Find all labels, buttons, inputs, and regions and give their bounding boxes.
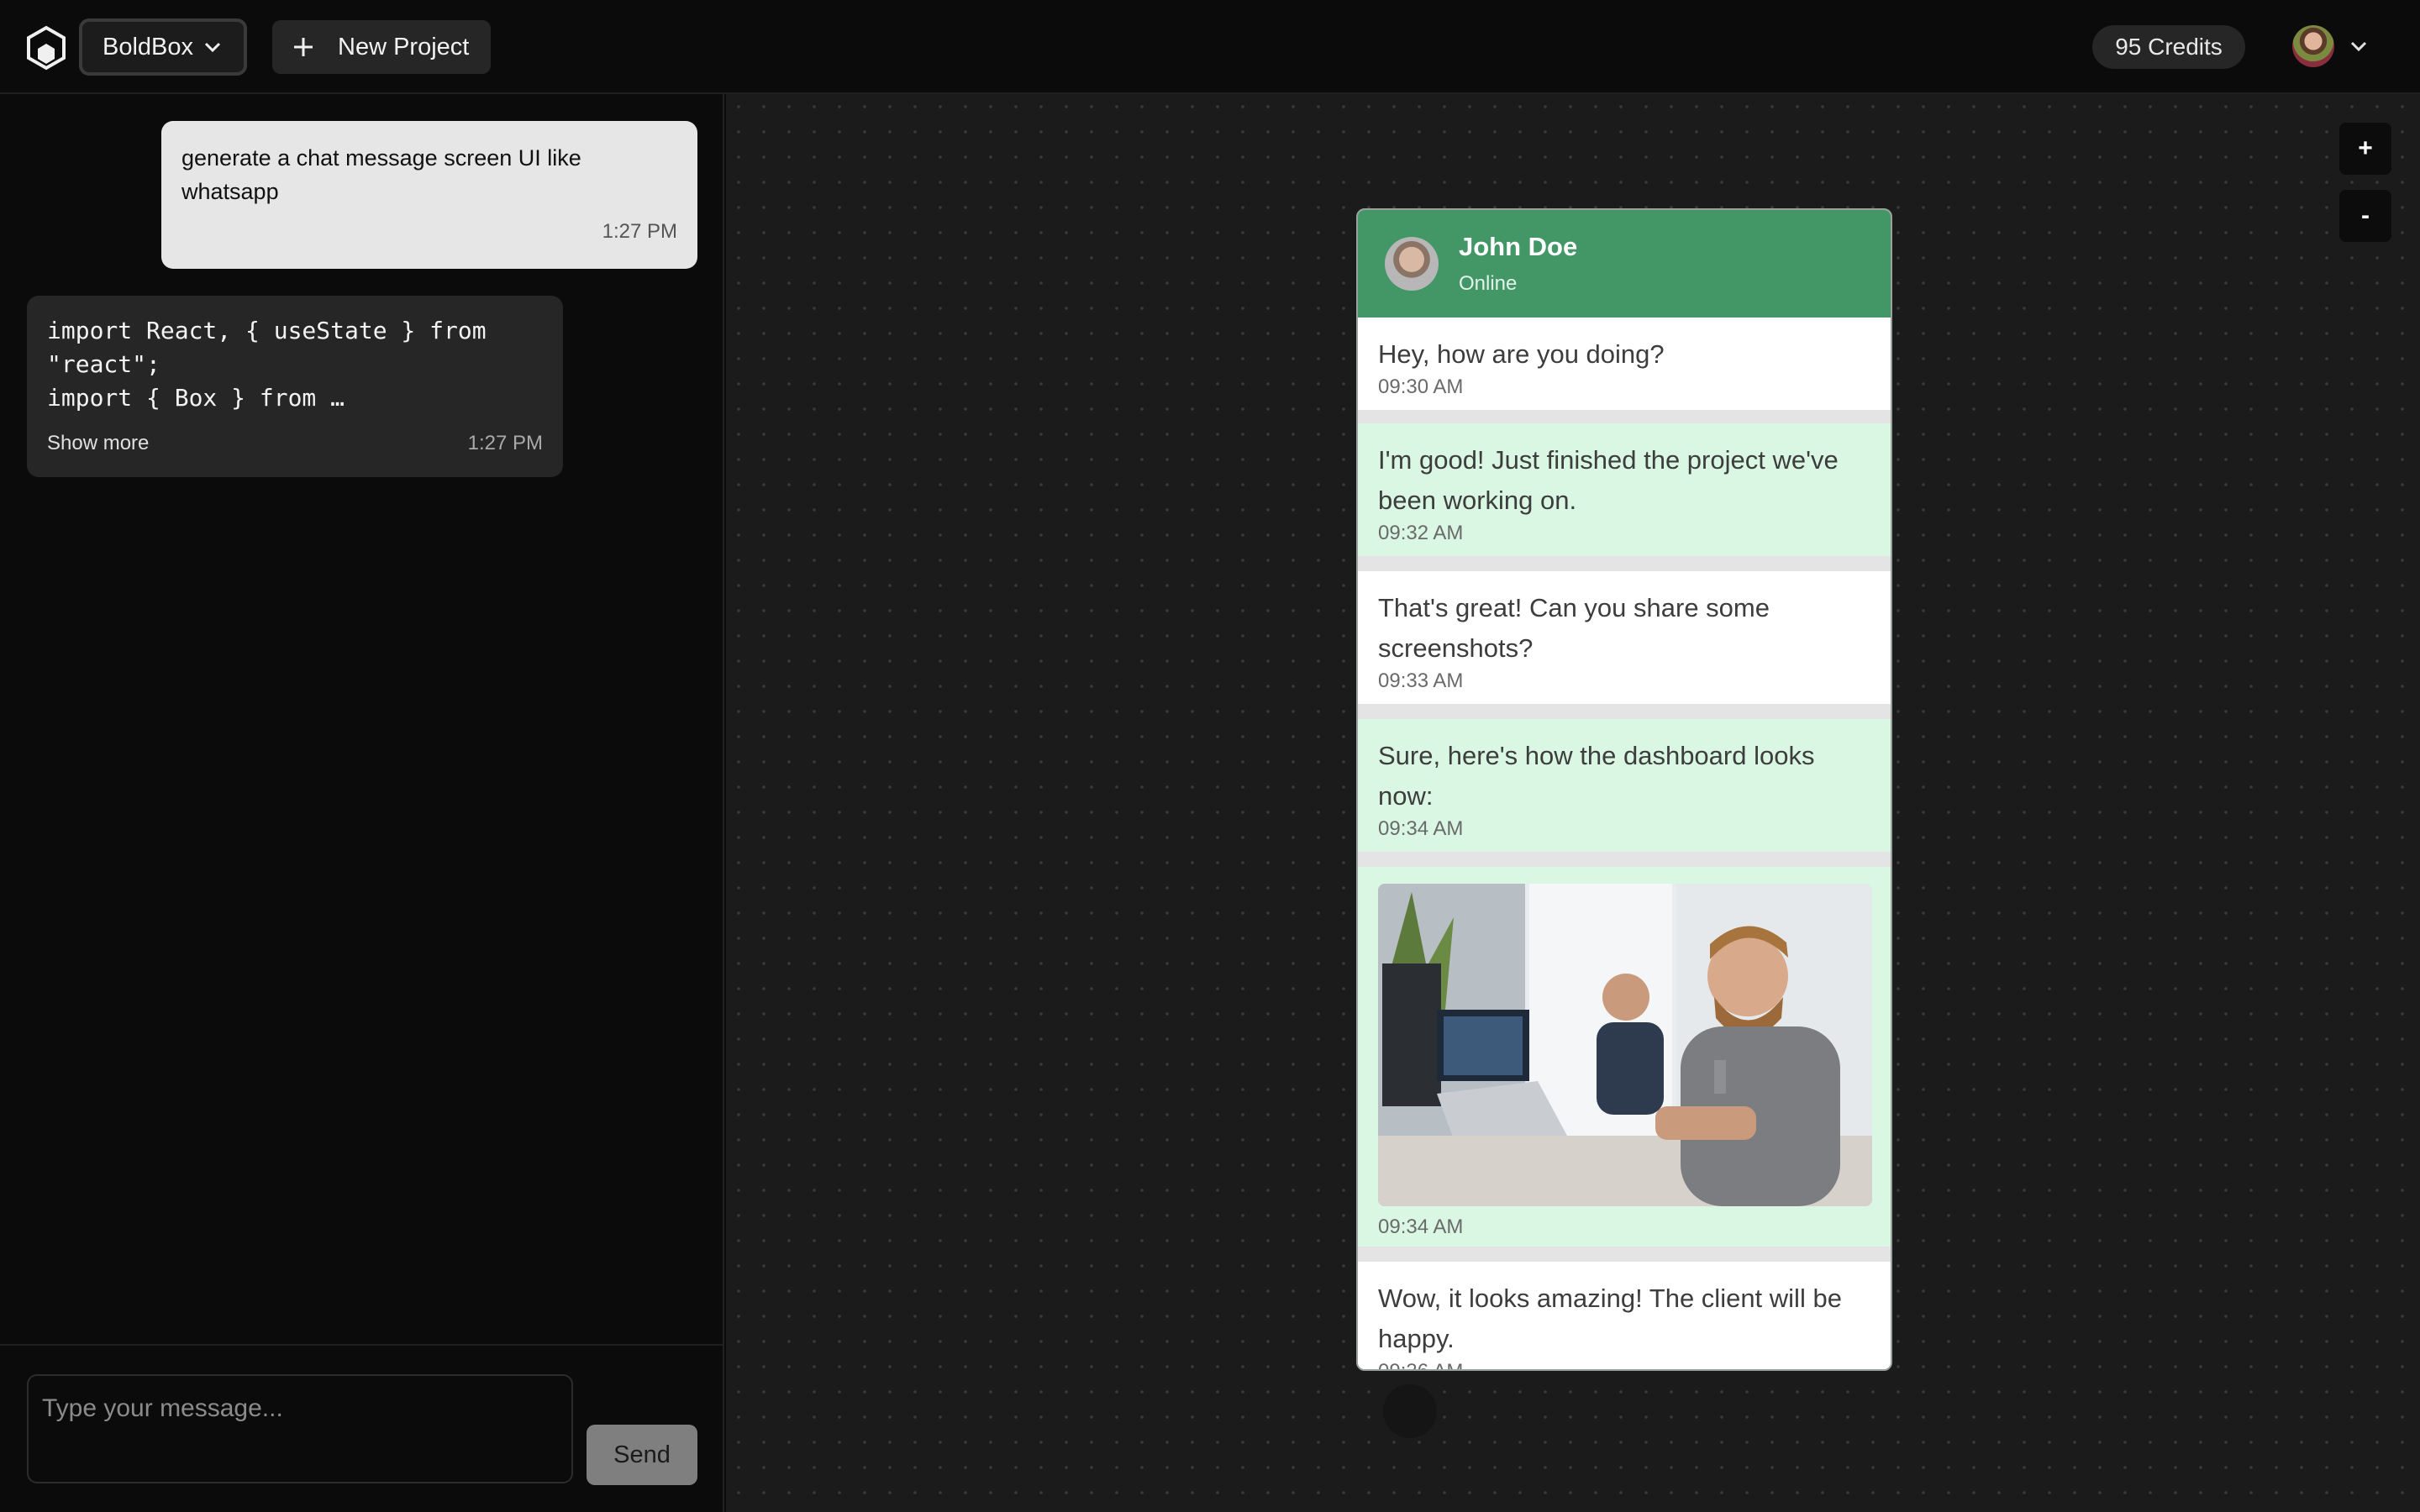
message-input[interactable] (27, 1374, 573, 1483)
message-received: That's great! Can you share some screens… (1358, 571, 1891, 704)
chat-preview-header: John Doe Online (1358, 210, 1891, 318)
credits-label: 95 Credits (2115, 34, 2223, 60)
user-message-text: generate a chat message screen UI like w… (182, 145, 581, 204)
user-message-bubble: generate a chat message screen UI like w… (161, 121, 697, 269)
message-time: 09:32 AM (1378, 522, 1464, 544)
zoom-out-button[interactable]: - (2339, 190, 2391, 242)
chat-panel: generate a chat message screen UI like w… (0, 94, 724, 1512)
message-time: 09:36 AM (1378, 1359, 1870, 1369)
message-received: Hey, how are you doing? 09:30 AM (1358, 318, 1891, 410)
app-logo-icon[interactable] (25, 25, 67, 71)
chevron-down-icon[interactable] (2349, 40, 2368, 52)
message-text: Sure, here's how the dashboard looks now… (1378, 741, 1815, 811)
message-text: That's great! Can you share some screens… (1378, 593, 1770, 663)
message-sent: Sure, here's how the dashboard looks now… (1358, 719, 1891, 852)
contact-name: John Doe (1459, 232, 1578, 261)
send-button[interactable]: Send (587, 1425, 697, 1485)
message-text: Hey, how are you doing? (1378, 339, 1665, 369)
code-snippet: import React, { useState } from "react";… (47, 317, 487, 412)
message-text: Wow, it looks amazing! The client will b… (1378, 1284, 1842, 1353)
user-avatar[interactable] (2292, 25, 2334, 67)
contact-avatar (1385, 237, 1439, 291)
contact-status: Online (1459, 272, 1518, 295)
message-timestamp: 1:27 PM (467, 432, 543, 454)
project-name: BoldBox (103, 33, 194, 60)
chat-preview: John Doe Online Hey, how are you doing? … (1356, 208, 1892, 1371)
plus-icon (294, 38, 313, 56)
pointer-cursor (1383, 1384, 1437, 1438)
office-photo (1378, 884, 1872, 1206)
message-time: 09:30 AM (1378, 375, 1464, 398)
chevron-down-icon (204, 42, 221, 53)
project-select[interactable]: BoldBox (79, 18, 247, 76)
preview-canvas[interactable]: + - John Doe Online Hey, how are you doi… (726, 94, 2420, 1512)
message-time: 09:34 AM (1378, 817, 1464, 840)
message-sent: I'm good! Just finished the project we'v… (1358, 423, 1891, 556)
show-more-link[interactable]: Show more (47, 432, 149, 455)
ai-message-bubble: import React, { useState } from "react";… (27, 296, 563, 477)
new-project-button[interactable]: New Project (272, 20, 491, 74)
credits-badge[interactable]: 95 Credits (2092, 25, 2245, 69)
divider (0, 1344, 724, 1346)
message-text: I'm good! Just finished the project we'v… (1378, 445, 1839, 515)
message-sent-image: 09:34 AM (1358, 867, 1891, 1247)
message-time: 09:33 AM (1378, 669, 1464, 692)
zoom-in-button[interactable]: + (2339, 123, 2391, 175)
top-bar: BoldBox New Project 95 Credits (0, 0, 2420, 94)
message-time: 09:34 AM (1378, 1215, 1464, 1238)
message-timestamp: 1:27 PM (602, 220, 677, 243)
new-project-label: New Project (338, 33, 470, 60)
message-received: Wow, it looks amazing! The client will b… (1358, 1262, 1891, 1369)
photo-illustration (1378, 884, 1872, 1206)
